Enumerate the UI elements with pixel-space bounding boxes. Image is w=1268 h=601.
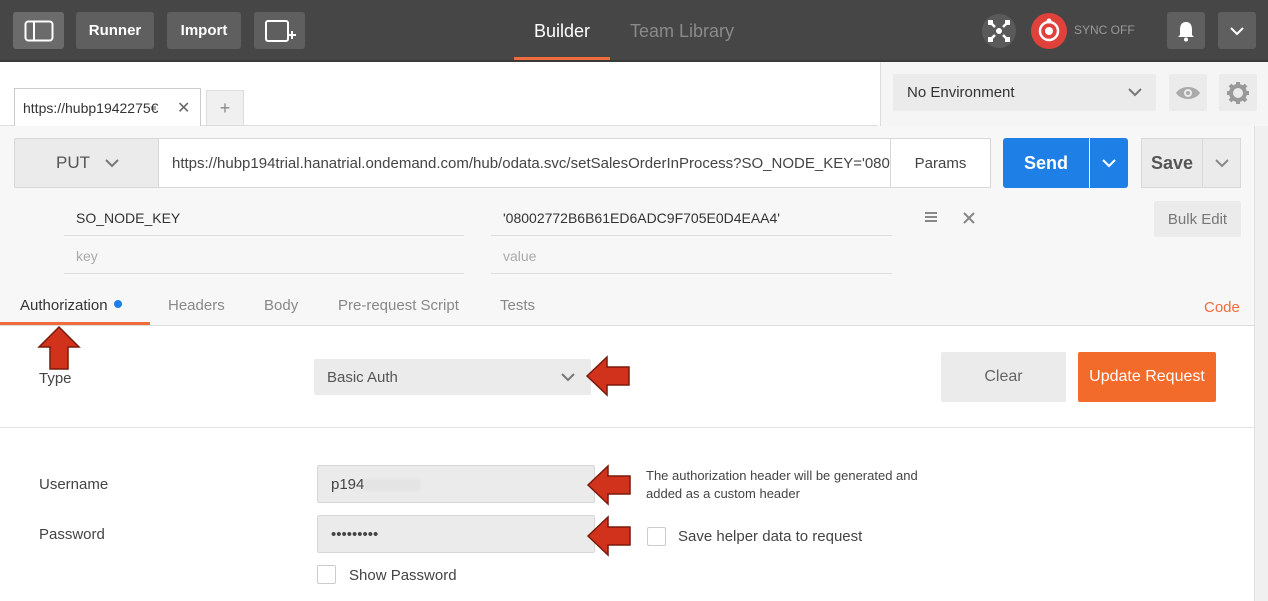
- password-field[interactable]: •••••••••: [317, 515, 595, 553]
- delete-param-button[interactable]: [962, 211, 976, 230]
- chevron-down-icon: [561, 373, 575, 382]
- divider: [0, 325, 1254, 326]
- generate-code-link[interactable]: Code: [1204, 299, 1240, 316]
- chevron-down-icon: [105, 159, 119, 168]
- environment-area: No Environment: [880, 62, 1268, 126]
- tab-builder[interactable]: Builder: [514, 0, 610, 62]
- drag-handle-icon: [925, 212, 937, 222]
- tab-body[interactable]: Body: [264, 297, 298, 314]
- bell-icon: [1178, 21, 1194, 41]
- request-tab[interactable]: https://hubp1942275€ ✕: [14, 88, 201, 126]
- method-select[interactable]: PUT: [14, 138, 159, 188]
- new-window-button[interactable]: [254, 12, 305, 49]
- runner-button[interactable]: Runner: [76, 12, 154, 49]
- tab-team-library[interactable]: Team Library: [622, 0, 742, 62]
- bulk-edit-button[interactable]: Bulk Edit: [1154, 201, 1241, 237]
- tab-tests[interactable]: Tests: [500, 297, 535, 314]
- helper-text: The authorization header will be generat…: [646, 468, 918, 501]
- tab-pre-request-script[interactable]: Pre-request Script: [338, 297, 459, 314]
- method-value: PUT: [56, 153, 90, 172]
- scrollbar[interactable]: [1254, 126, 1268, 601]
- notifications-button[interactable]: [1167, 12, 1205, 49]
- save-options-button[interactable]: [1202, 138, 1241, 188]
- type-label: Type: [39, 370, 72, 387]
- environment-value: No Environment: [907, 84, 1015, 101]
- chevron-down-icon: [1128, 88, 1142, 97]
- import-button[interactable]: Import: [167, 12, 241, 49]
- active-dot-icon: [113, 300, 122, 308]
- gear-icon: [1227, 81, 1249, 104]
- new-window-icon: [264, 19, 296, 42]
- redacted-blur: [364, 478, 421, 491]
- sidebar-icon: [24, 20, 53, 41]
- chevron-down-icon: [1214, 159, 1229, 168]
- top-toolbar: Runner Import Builder Team Library SYNC …: [0, 0, 1268, 62]
- sync-status-label: SYNC OFF: [1074, 23, 1135, 37]
- add-tab-button[interactable]: +: [206, 90, 244, 126]
- builder-active-indicator: [514, 57, 610, 60]
- reorder-handle-icon[interactable]: [924, 210, 938, 228]
- manage-environments-button[interactable]: [1219, 74, 1257, 111]
- chevron-down-icon: [1230, 26, 1244, 35]
- sidebar-toggle-button[interactable]: [13, 12, 64, 49]
- request-builder: PUT https://hubp194 trial.hanatrial.ondem…: [0, 126, 1254, 326]
- sync-button[interactable]: [1031, 13, 1067, 49]
- sync-icon: [1038, 18, 1060, 42]
- environment-select[interactable]: No Environment: [893, 74, 1156, 111]
- show-password-checkbox[interactable]: [317, 565, 336, 584]
- auth-type-select[interactable]: Basic Auth: [314, 359, 591, 395]
- send-button[interactable]: Send: [1003, 138, 1089, 188]
- satellite-icon: [988, 20, 1010, 42]
- tab-authorization-label: Authorization: [20, 297, 108, 314]
- new-param-value-field[interactable]: value: [491, 238, 892, 274]
- annotation-left-arrow-icon: [586, 464, 631, 506]
- new-param-key-field[interactable]: key: [64, 238, 464, 274]
- show-password-label: Show Password: [349, 567, 457, 584]
- auth-type-value: Basic Auth: [327, 368, 398, 386]
- close-icon: [963, 212, 975, 224]
- interceptor-button[interactable]: [982, 14, 1016, 48]
- url-prefix: https://hubp194: [172, 154, 276, 172]
- send-options-button[interactable]: [1090, 138, 1128, 188]
- url-suffix: trial.hanatrial.ondemand.com/hub/odata.s…: [275, 154, 891, 172]
- chevron-down-icon: [1102, 159, 1116, 168]
- password-label: Password: [39, 526, 105, 543]
- eye-icon: [1176, 86, 1200, 99]
- params-button[interactable]: Params: [890, 138, 991, 188]
- save-button[interactable]: Save: [1141, 138, 1203, 188]
- annotation-left-arrow-icon: [586, 515, 631, 557]
- save-helper-checkbox[interactable]: [647, 527, 666, 546]
- username-value: p194: [331, 475, 365, 493]
- environment-quick-look-button[interactable]: [1169, 74, 1207, 111]
- divider: [0, 427, 1254, 428]
- param-value-field[interactable]: '08002772B6B61ED6ADC9F705E0D4EAA4': [491, 200, 892, 236]
- request-tab-label: https://hubp1942275€: [23, 99, 159, 116]
- update-request-button[interactable]: Update Request: [1078, 352, 1216, 402]
- username-label: Username: [39, 476, 109, 493]
- annotation-up-arrow-icon: [37, 325, 81, 370]
- username-field[interactable]: p194: [317, 465, 595, 503]
- annotation-left-arrow-icon: [585, 355, 630, 397]
- request-tab-strip: https://hubp1942275€ ✕ +: [0, 62, 878, 126]
- settings-menu-button[interactable]: [1218, 12, 1256, 49]
- tab-authorization[interactable]: Authorization: [20, 297, 122, 314]
- url-input[interactable]: https://hubp194 trial.hanatrial.ondemand.…: [158, 138, 891, 188]
- clear-button[interactable]: Clear: [941, 352, 1066, 402]
- tab-headers[interactable]: Headers: [168, 297, 225, 314]
- close-tab-icon[interactable]: ✕: [177, 98, 190, 118]
- save-helper-label: Save helper data to request: [678, 528, 863, 545]
- param-key-field[interactable]: SO_NODE_KEY: [64, 200, 464, 236]
